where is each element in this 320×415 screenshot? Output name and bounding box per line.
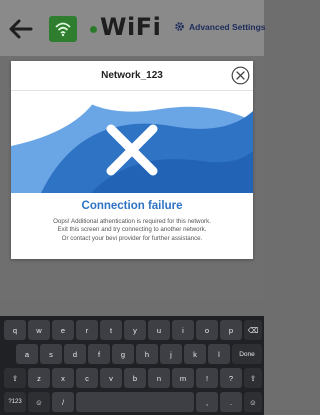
key-a[interactable]: a [16, 344, 38, 364]
connection-failure-dialog: Network_123 Connection failure Oops! Add… [11, 61, 253, 259]
back-arrow-icon[interactable] [6, 14, 36, 44]
top-bar: WiFi Advanced Settings [0, 0, 266, 56]
key-i[interactable]: i [172, 320, 194, 340]
key-x[interactable]: x [52, 368, 74, 388]
status-message: Oops! Additional athentication is requir… [19, 218, 245, 243]
done-key[interactable]: Done [232, 344, 262, 364]
close-icon[interactable] [231, 66, 250, 85]
key-l[interactable]: l [208, 344, 230, 364]
emoji-key[interactable]: ☺ [28, 392, 50, 412]
message-line: Or contact your bevi provider for furthe… [61, 234, 203, 242]
failure-banner [11, 91, 253, 193]
key-r[interactable]: r [76, 320, 98, 340]
key-question[interactable]: ? [220, 368, 242, 388]
gear-icon [175, 22, 184, 31]
key-k[interactable]: k [184, 344, 206, 364]
keyboard-row: a s d f g h j k l Done [0, 342, 264, 366]
key-period[interactable]: . [220, 392, 242, 412]
space-key[interactable] [76, 392, 194, 412]
advanced-settings-label: Advanced Settings [189, 21, 266, 32]
key-exclamation[interactable]: ! [196, 368, 218, 388]
key-u[interactable]: u [148, 320, 170, 340]
key-b[interactable]: b [124, 368, 146, 388]
keyboard-row: q w e r t y u i o p ⌫ [0, 318, 264, 342]
on-screen-keyboard: q w e r t y u i o p ⌫ a s d f g h j k l … [0, 316, 264, 415]
key-g[interactable]: g [112, 344, 134, 364]
key-d[interactable]: d [64, 344, 86, 364]
key-j[interactable]: j [160, 344, 182, 364]
key-s[interactable]: s [40, 344, 62, 364]
connection-status-dot [90, 26, 97, 33]
key-y[interactable]: y [124, 320, 146, 340]
key-comma[interactable]: , [196, 392, 218, 412]
key-c[interactable]: c [76, 368, 98, 388]
key-t[interactable]: t [100, 320, 122, 340]
backspace-key[interactable]: ⌫ [244, 320, 262, 340]
page-title: WiFi [100, 13, 162, 41]
message-line: Exit this screen and try connecting to a… [57, 226, 207, 234]
shift-key-right[interactable]: ⇧ [244, 368, 262, 388]
key-e[interactable]: e [52, 320, 74, 340]
key-o[interactable]: o [196, 320, 218, 340]
key-f[interactable]: f [88, 344, 110, 364]
network-name: Network_123 [101, 70, 163, 81]
dialog-header: Network_123 [11, 61, 253, 91]
advanced-settings-button[interactable]: Advanced Settings [174, 21, 266, 32]
key-slash[interactable]: / [52, 392, 74, 412]
shift-key[interactable]: ⇧ [4, 368, 26, 388]
key-q[interactable]: q [4, 320, 26, 340]
key-n[interactable]: n [148, 368, 170, 388]
keyboard-row: ?123 ☺ / , . ☺ [0, 390, 264, 414]
message-line: Oops! Additional athentication is requir… [53, 218, 211, 225]
key-v[interactable]: v [100, 368, 122, 388]
key-z[interactable]: z [28, 368, 50, 388]
status-title: Connection failure [81, 200, 183, 212]
wifi-icon [49, 16, 77, 42]
keyboard-row: ⇧ z x c v b n m ! ? ⇧ [0, 366, 264, 390]
key-h[interactable]: h [136, 344, 158, 364]
key-m[interactable]: m [172, 368, 194, 388]
key-p[interactable]: p [220, 320, 242, 340]
key-w[interactable]: w [28, 320, 50, 340]
numbers-key[interactable]: ?123 [4, 392, 26, 412]
smiley-key[interactable]: ☺ [244, 392, 262, 412]
